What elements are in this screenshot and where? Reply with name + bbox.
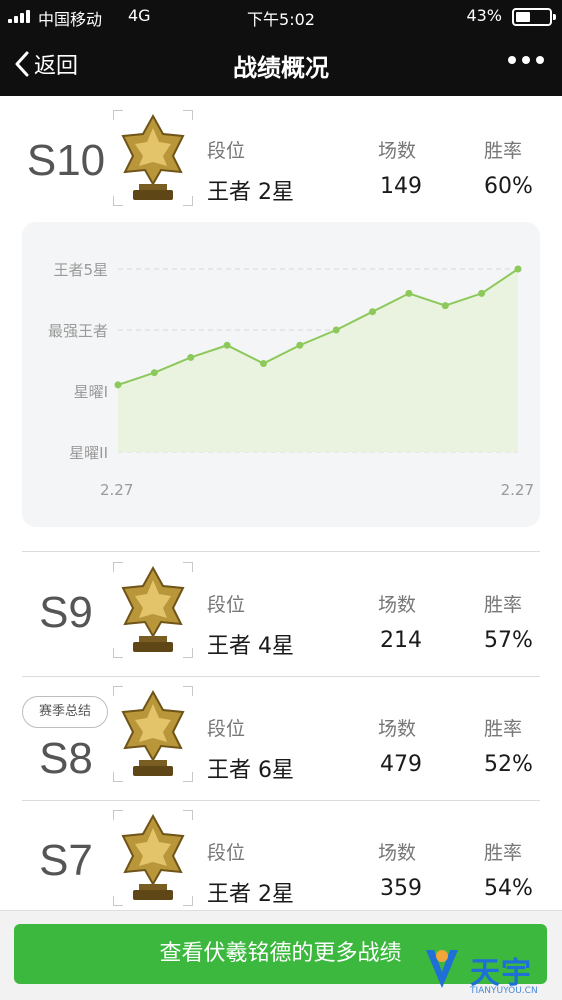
data-point — [369, 308, 377, 316]
rank-value: 王者 2星 — [207, 882, 294, 907]
season-summary-badge[interactable]: 赛季总结 — [22, 696, 108, 728]
data-point — [478, 289, 486, 297]
rank-label: 段位 — [207, 842, 246, 864]
y-tick-label: 星曜II — [69, 444, 108, 462]
games-label: 场数 — [378, 140, 417, 162]
winrate-label: 胜率 — [484, 594, 523, 616]
divider — [22, 676, 540, 677]
rank-label: 段位 — [207, 594, 246, 616]
winrate-value: 54% — [484, 876, 533, 901]
season-code: S9 — [39, 588, 93, 637]
games-label: 场数 — [378, 842, 417, 864]
data-point — [405, 289, 413, 297]
y-tick-label: 最强王者 — [48, 322, 108, 340]
data-point — [114, 381, 122, 389]
rank-trend-svg: 星曜II 星曜I 最强王者 王者5星 2.27 2.27 — [48, 261, 534, 499]
page-title: 战绩概况 — [233, 54, 329, 82]
games-value: 149 — [380, 174, 422, 199]
rank-emblem-icon — [113, 686, 193, 782]
data-point — [296, 341, 304, 349]
data-point — [259, 360, 267, 368]
season-code: S7 — [39, 836, 93, 885]
watermark-subtext: TIANYUYOU.CN — [470, 986, 538, 996]
data-point — [514, 265, 522, 273]
winrate-label: 胜率 — [484, 842, 523, 864]
rank-label: 段位 — [207, 140, 246, 162]
winrate-value: 52% — [484, 752, 533, 777]
data-point — [150, 369, 158, 377]
rank-value: 王者 6星 — [207, 758, 294, 783]
rank-label: 段位 — [207, 718, 246, 740]
watermark-logo-icon — [426, 950, 458, 988]
season-code: S10 — [26, 136, 106, 185]
season-code: S8 — [39, 734, 93, 783]
winrate-value: 57% — [484, 628, 533, 653]
area-fill — [118, 269, 518, 452]
divider — [22, 551, 540, 552]
rank-emblem-icon — [113, 110, 193, 206]
status-bar: 中国移动 4G 下午5:02 43% — [0, 0, 562, 32]
games-value: 359 — [380, 876, 422, 901]
data-point — [332, 326, 340, 334]
season-row-s9[interactable]: S9 段位 场数 胜率 王者 4星 214 57% — [0, 554, 562, 678]
games-label: 场数 — [378, 718, 417, 740]
data-point — [441, 302, 449, 310]
rank-value: 王者 4星 — [207, 634, 294, 659]
data-point — [187, 353, 195, 361]
winrate-label: 胜率 — [484, 140, 523, 162]
y-tick-label: 星曜I — [74, 383, 108, 401]
more-records-button[interactable]: 查看伏羲铭德的更多战绩 — [14, 924, 547, 984]
games-value: 479 — [380, 752, 422, 777]
rank-emblem-icon — [113, 562, 193, 658]
season-row-s10[interactable]: S10 段位 场数 胜率 王者 2星 149 60% — [0, 106, 562, 230]
top-bar: 中国移动 4G 下午5:02 43% 返回 战绩概况 — [0, 0, 562, 96]
winrate-value: 60% — [484, 174, 533, 199]
divider — [22, 800, 540, 801]
season-row-s7[interactable]: S7 段位 场数 胜率 王者 2星 359 54% — [0, 802, 562, 926]
more-dots-icon[interactable] — [508, 56, 544, 64]
y-tick-label: 王者5星 — [53, 261, 108, 279]
x-tick-label: 2.27 — [100, 481, 133, 499]
nav-bar: 返回 战绩概况 — [0, 34, 562, 96]
rank-trend-chart: 星曜II 星曜I 最强王者 王者5星 2.27 2.27 — [22, 222, 540, 527]
battery-percent: 43% — [466, 6, 502, 25]
x-tick-label: 2.27 — [501, 481, 534, 499]
rank-emblem-icon — [113, 810, 193, 906]
winrate-label: 胜率 — [484, 718, 523, 740]
games-value: 214 — [380, 628, 422, 653]
data-point — [223, 341, 231, 349]
games-label: 场数 — [378, 594, 417, 616]
battery-icon — [512, 8, 556, 26]
rank-value: 王者 2星 — [207, 180, 294, 205]
